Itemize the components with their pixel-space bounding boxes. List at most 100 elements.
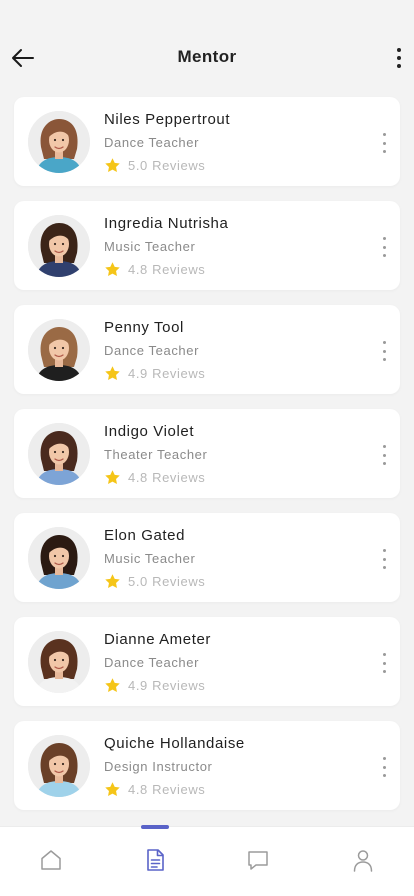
mentor-name: Penny Tool bbox=[104, 319, 184, 336]
star-icon bbox=[105, 574, 120, 589]
avatar-portrait-icon bbox=[28, 631, 90, 693]
chat-icon bbox=[248, 851, 268, 870]
document-icon bbox=[147, 849, 164, 871]
menu-dot-icon bbox=[382, 141, 386, 145]
rating-text: 4.8 Reviews bbox=[128, 262, 206, 277]
mentor-role: Dance Teacher bbox=[104, 135, 200, 150]
menu-dot-icon bbox=[382, 358, 386, 361]
avatar bbox=[28, 631, 90, 693]
card-options-button[interactable] bbox=[381, 549, 387, 569]
more-dot-icon bbox=[397, 56, 401, 60]
mentor-name: Quiche Hollandaise bbox=[104, 735, 245, 752]
menu-dot-icon bbox=[382, 150, 386, 153]
star-icon bbox=[105, 470, 120, 485]
star-icon bbox=[105, 262, 120, 277]
bottom-tab-bar bbox=[0, 825, 414, 896]
menu-dot-icon bbox=[382, 453, 386, 457]
more-options-button[interactable] bbox=[394, 46, 404, 70]
card-options-button[interactable] bbox=[381, 445, 387, 465]
mentor-rating: 4.8 Reviews bbox=[104, 781, 205, 798]
menu-dot-icon bbox=[382, 670, 386, 673]
card-options-button[interactable] bbox=[381, 133, 387, 153]
star-icon bbox=[105, 782, 120, 797]
mentor-name: Niles Peppertrout bbox=[104, 111, 231, 128]
mentor-rating: 5.0 Reviews bbox=[104, 157, 205, 174]
avatar-portrait-icon bbox=[28, 423, 90, 485]
mentor-rating: 4.9 Reviews bbox=[104, 365, 205, 382]
card-options-button[interactable] bbox=[381, 757, 387, 777]
mentor-name: Ingredia Nutrisha bbox=[104, 215, 229, 232]
rating-text: 5.0 Reviews bbox=[128, 158, 206, 173]
menu-dot-icon bbox=[382, 757, 386, 760]
menu-dot-icon bbox=[382, 765, 386, 769]
mentor-card[interactable]: Indigo Violet Theater Teacher 4.8 Review… bbox=[14, 409, 400, 498]
mentor-card[interactable]: Niles Peppertrout Dance Teacher 5.0 Revi… bbox=[14, 97, 400, 186]
menu-dot-icon bbox=[382, 653, 386, 656]
menu-dot-icon bbox=[382, 254, 386, 257]
mentor-card[interactable]: Elon Gated Music Teacher 5.0 Reviews bbox=[14, 513, 400, 602]
menu-dot-icon bbox=[382, 774, 386, 777]
menu-dot-icon bbox=[382, 245, 386, 249]
more-dot-icon bbox=[397, 64, 401, 68]
page-title: Mentor bbox=[177, 47, 237, 66]
profile-icon bbox=[353, 850, 373, 872]
star-icon bbox=[105, 366, 120, 381]
mentor-card[interactable]: Quiche Hollandaise Design Instructor 4.8… bbox=[14, 721, 400, 810]
menu-dot-icon bbox=[382, 349, 386, 353]
mentor-rating: 5.0 Reviews bbox=[104, 573, 205, 590]
menu-dot-icon bbox=[382, 237, 386, 240]
menu-dot-icon bbox=[382, 661, 386, 665]
menu-dot-icon bbox=[382, 557, 386, 561]
mentor-card[interactable]: Ingredia Nutrisha Music Teacher 4.8 Revi… bbox=[14, 201, 400, 290]
avatar bbox=[28, 527, 90, 589]
star-icon bbox=[105, 158, 120, 173]
avatar bbox=[28, 423, 90, 485]
rating-text: 4.8 Reviews bbox=[128, 782, 206, 797]
avatar bbox=[28, 215, 90, 277]
card-options-button[interactable] bbox=[381, 341, 387, 361]
rating-text: 4.8 Reviews bbox=[128, 470, 206, 485]
avatar bbox=[28, 735, 90, 797]
menu-dot-icon bbox=[382, 445, 386, 448]
mentor-role: Dance Teacher bbox=[104, 655, 200, 670]
menu-dot-icon bbox=[382, 341, 386, 344]
home-icon bbox=[41, 850, 61, 870]
card-options-button[interactable] bbox=[381, 237, 387, 257]
mentor-name: Elon Gated bbox=[104, 527, 186, 544]
mentor-name: Dianne Ameter bbox=[104, 631, 212, 648]
mentor-role: Dance Teacher bbox=[104, 343, 200, 358]
avatar-portrait-icon bbox=[28, 215, 90, 277]
avatar-portrait-icon bbox=[28, 319, 90, 381]
mentor-list: Niles Peppertrout Dance Teacher 5.0 Revi… bbox=[14, 97, 400, 825]
mentor-role: Music Teacher bbox=[104, 551, 196, 566]
menu-dot-icon bbox=[382, 133, 386, 136]
avatar bbox=[28, 111, 90, 173]
star-icon bbox=[105, 678, 120, 693]
mentor-role: Theater Teacher bbox=[104, 447, 208, 462]
mentor-rating: 4.9 Reviews bbox=[104, 677, 205, 694]
mentor-card[interactable]: Penny Tool Dance Teacher 4.9 Reviews bbox=[14, 305, 400, 394]
tab-documents[interactable] bbox=[142, 847, 168, 873]
active-tab-indicator bbox=[141, 825, 169, 829]
menu-dot-icon bbox=[382, 549, 386, 552]
mentor-rating: 4.8 Reviews bbox=[104, 469, 205, 486]
avatar-portrait-icon bbox=[28, 527, 90, 589]
card-options-button[interactable] bbox=[381, 653, 387, 673]
mentor-name: Indigo Violet bbox=[104, 423, 195, 440]
tab-home[interactable] bbox=[38, 847, 64, 873]
menu-dot-icon bbox=[382, 462, 386, 465]
mentor-role: Design Instructor bbox=[104, 759, 213, 774]
rating-text: 4.9 Reviews bbox=[128, 678, 206, 693]
rating-text: 4.9 Reviews bbox=[128, 366, 206, 381]
avatar-portrait-icon bbox=[28, 735, 90, 797]
tab-profile[interactable] bbox=[350, 847, 376, 873]
header: Mentor bbox=[0, 0, 414, 96]
more-dot-icon bbox=[397, 48, 401, 52]
mentor-rating: 4.8 Reviews bbox=[104, 261, 205, 278]
avatar-portrait-icon bbox=[28, 111, 90, 173]
avatar bbox=[28, 319, 90, 381]
rating-text: 5.0 Reviews bbox=[128, 574, 206, 589]
mentor-card[interactable]: Dianne Ameter Dance Teacher 4.9 Reviews bbox=[14, 617, 400, 706]
menu-dot-icon bbox=[382, 566, 386, 569]
tab-messages[interactable] bbox=[245, 847, 271, 873]
